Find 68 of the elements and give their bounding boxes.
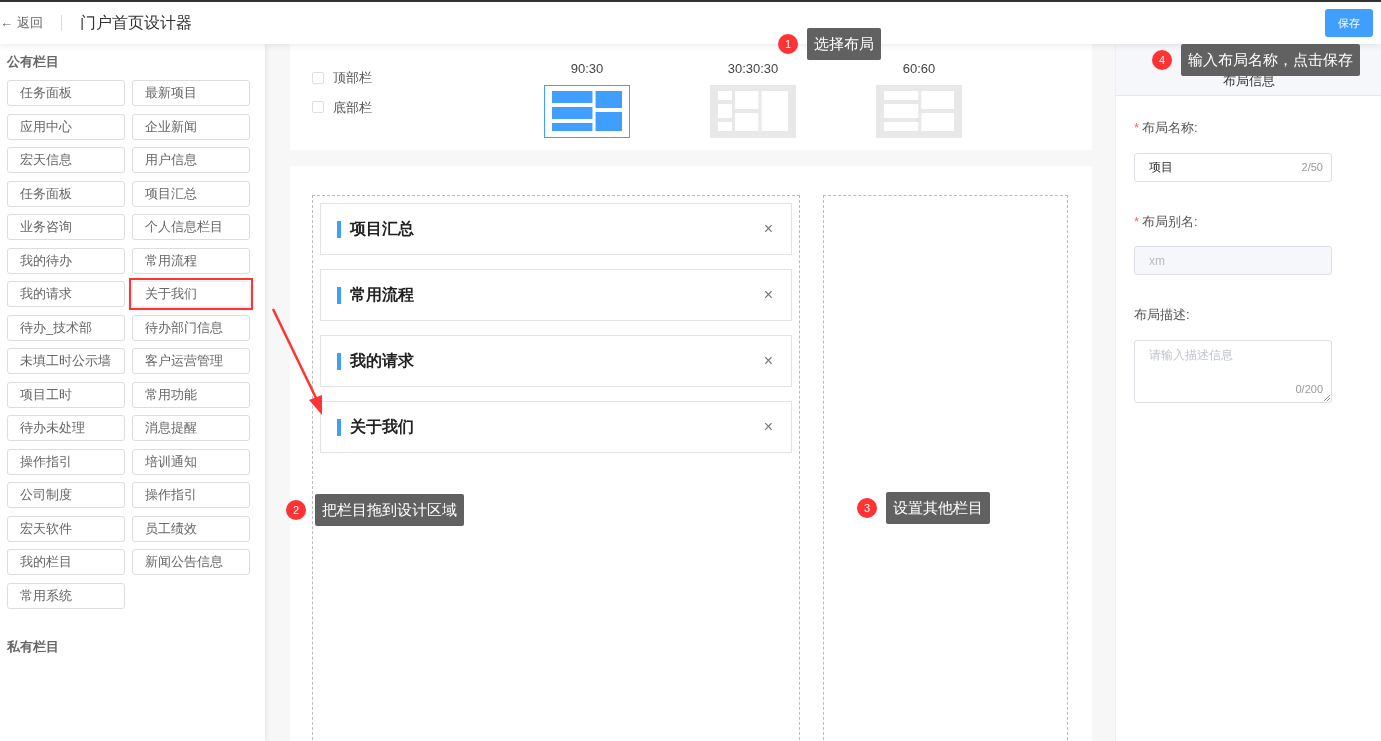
card-title: 我的请求 — [350, 351, 415, 371]
text-field[interactable]: 项目 2/50 — [1134, 152, 1332, 182]
section-title: 公有栏目 — [7, 53, 60, 71]
layout-thumbnail[interactable] — [544, 84, 630, 138]
column-item[interactable]: 项目工时 — [7, 381, 125, 408]
column-item[interactable]: 待办_技术部 — [7, 314, 125, 341]
card-title: 关于我们 — [350, 417, 415, 437]
card-title: 常用流程 — [350, 285, 415, 305]
column-item[interactable]: 最新项目 — [132, 80, 250, 106]
column-item[interactable]: 用户信息 — [132, 147, 250, 173]
column-item[interactable]: 消息提醒 — [132, 415, 250, 441]
tooltip: 把栏目拖到设计区域 — [315, 494, 464, 526]
column-item[interactable]: 操作指引 — [7, 448, 125, 475]
layout-label: 90:30 — [570, 60, 604, 78]
column-item[interactable]: 业务咨询 — [7, 214, 125, 240]
column-item[interactable]: 常用系统 — [7, 582, 125, 609]
column-item[interactable]: 操作指引 — [132, 482, 250, 508]
accent-bar — [337, 418, 341, 436]
required-mark: * — [1134, 212, 1140, 231]
section-title: 私有栏目 — [7, 637, 60, 656]
column-item[interactable]: 应用中心 — [7, 113, 125, 140]
column-item[interactable]: 公司制度 — [7, 482, 125, 508]
text-field: xm — [1134, 246, 1332, 275]
close-button[interactable]: × — [763, 419, 773, 435]
checkbox[interactable] — [312, 101, 324, 114]
column-item[interactable]: 培训通知 — [132, 448, 250, 475]
accent-bar — [337, 352, 341, 370]
back-button[interactable]: ← 返回 — [0, 13, 43, 33]
tooltip: 选择布局 — [807, 28, 881, 60]
column-item[interactable]: 新闻公告信息 — [132, 549, 250, 575]
close-button[interactable]: × — [763, 353, 773, 369]
field-label: 布局别名: — [1142, 212, 1198, 231]
accent-bar — [337, 220, 341, 238]
accent-bar — [337, 286, 341, 304]
column-item[interactable]: 常用流程 — [132, 247, 250, 274]
back-arrow-icon: ← — [0, 13, 13, 33]
column-item[interactable]: 常用功能 — [132, 381, 250, 408]
close-button[interactable]: × — [763, 221, 773, 237]
column-item[interactable]: 项目汇总 — [132, 180, 250, 207]
column-item[interactable]: 待办部门信息 — [132, 314, 250, 341]
tooltip: 输入布局名称，点击保存 — [1181, 44, 1360, 76]
column-item[interactable]: 我的待办 — [7, 247, 125, 274]
card-title: 项目汇总 — [350, 219, 415, 239]
checkbox-label: 顶部栏 — [333, 69, 372, 87]
column-item[interactable]: 宏天信息 — [7, 147, 125, 173]
column-item[interactable]: 我的请求 — [7, 281, 125, 307]
column-item[interactable]: 客户运营管理 — [132, 348, 250, 374]
page-title: 门户首页设计器 — [80, 13, 192, 33]
layout-label: 60:60 — [902, 60, 936, 78]
field-label: 布局名称: — [1142, 119, 1198, 137]
column-item[interactable]: 宏天软件 — [7, 515, 125, 542]
checkbox[interactable] — [312, 71, 324, 84]
layout-label: 30:30:30 — [727, 60, 779, 78]
column-item[interactable]: 待办未处理 — [7, 415, 125, 441]
close-button[interactable]: × — [763, 287, 773, 303]
column-item[interactable]: 关于我们 — [132, 281, 250, 307]
column-item[interactable]: 未填工时公示墙 — [7, 348, 125, 374]
required-mark: * — [1134, 119, 1140, 137]
column-item[interactable]: 任务面板 — [7, 80, 125, 106]
column-item[interactable]: 个人信息栏目 — [132, 214, 250, 240]
field-label: 布局描述: — [1134, 306, 1190, 324]
column-item[interactable]: 任务面板 — [7, 180, 125, 207]
tooltip: 设置其他栏目 — [886, 492, 990, 524]
checkbox-label: 底部栏 — [333, 98, 372, 117]
column-item[interactable]: 企业新闻 — [132, 113, 250, 140]
column-item[interactable]: 我的栏目 — [7, 549, 125, 575]
resize-grip-icon[interactable] — [1324, 394, 1330, 401]
column-item[interactable]: 员工绩效 — [132, 515, 250, 542]
